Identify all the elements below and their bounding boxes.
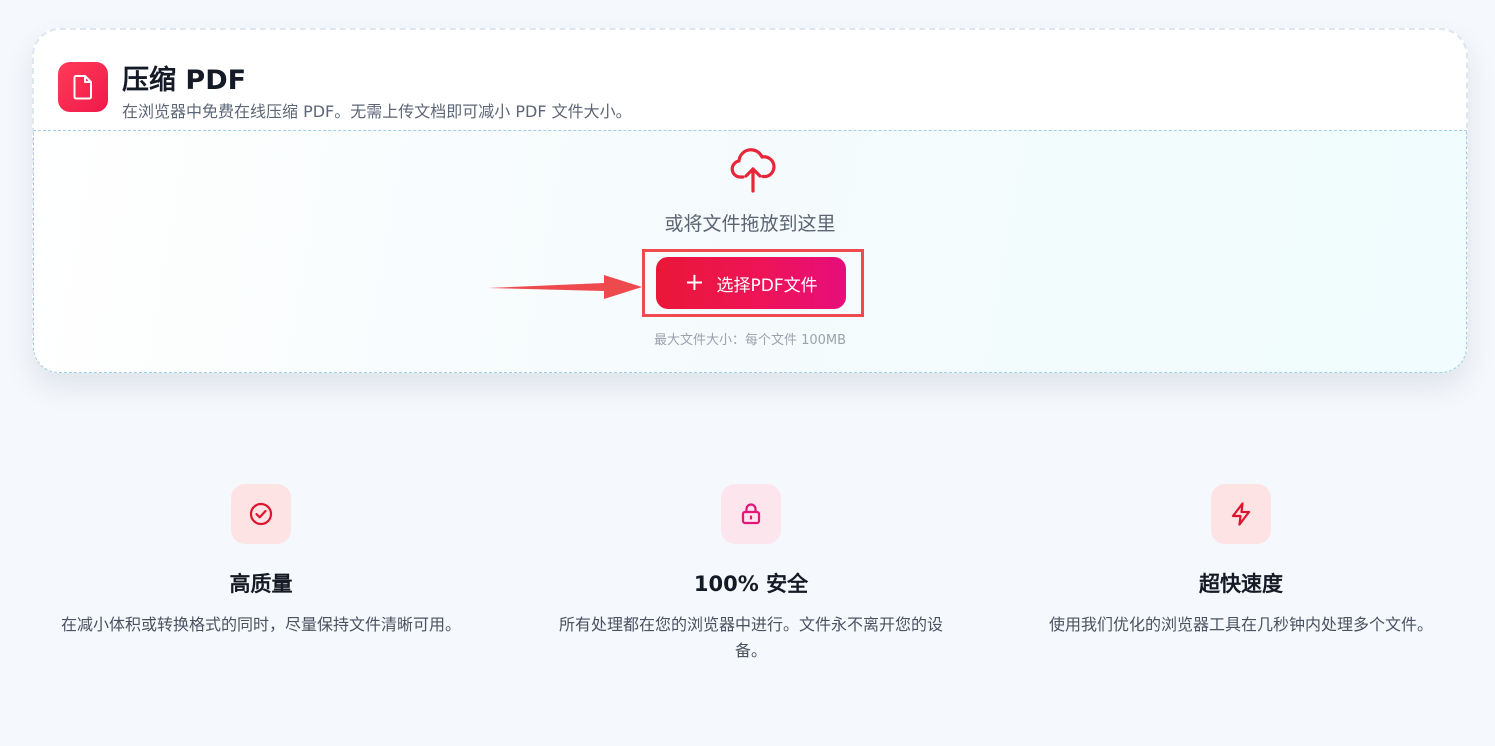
lock-icon bbox=[721, 484, 781, 544]
feature-high-quality: 高质量 在减小体积或转换格式的同时，尽量保持文件清晰可用。 bbox=[51, 484, 471, 638]
feature-secure: 100% 安全 所有处理都在您的浏览器中进行。文件永不离开您的设备。 bbox=[541, 484, 961, 664]
select-pdf-button[interactable]: + 选择PDF文件 bbox=[656, 257, 846, 309]
file-icon bbox=[58, 62, 108, 112]
cloud-upload-icon bbox=[730, 148, 776, 193]
lightning-icon bbox=[1211, 484, 1271, 544]
drop-hint-text: 或将文件拖放到这里 bbox=[664, 213, 836, 235]
plus-icon: + bbox=[684, 268, 705, 296]
select-pdf-button-label: 选择PDF文件 bbox=[716, 275, 818, 296]
feature-description: 在减小体积或转换格式的同时，尽量保持文件清晰可用。 bbox=[61, 615, 462, 634]
page-title: 压缩 PDF bbox=[122, 65, 247, 96]
feature-title: 超快速度 bbox=[1199, 572, 1283, 596]
features-section: 高质量 在减小体积或转换格式的同时，尽量保持文件清晰可用。 100% 安全 所有… bbox=[0, 484, 1495, 684]
compress-pdf-card: 压缩 PDF 在浏览器中免费在线压缩 PDF。无需上传文档即可减小 PDF 文件… bbox=[32, 28, 1468, 373]
annotation-arrow-icon bbox=[488, 275, 642, 299]
file-drop-zone[interactable]: 或将文件拖放到这里 + 选择PDF文件 最大文件大小：每个文件 100MB bbox=[33, 130, 1467, 373]
feature-title: 高质量 bbox=[229, 572, 293, 596]
card-header: 压缩 PDF 在浏览器中免费在线压缩 PDF。无需上传文档即可减小 PDF 文件… bbox=[58, 60, 1438, 121]
max-file-size-text: 最大文件大小：每个文件 100MB bbox=[653, 333, 847, 348]
feature-title: 100% 安全 bbox=[693, 572, 809, 596]
page: 压缩 PDF 在浏览器中免费在线压缩 PDF。无需上传文档即可减小 PDF 文件… bbox=[0, 0, 1495, 746]
check-circle-icon bbox=[231, 484, 291, 544]
feature-fast: 超快速度 使用我们优化的浏览器工具在几秒钟内处理多个文件。 bbox=[1031, 484, 1451, 638]
feature-description: 所有处理都在您的浏览器中进行。文件永不离开您的设备。 bbox=[558, 615, 943, 660]
feature-description: 使用我们优化的浏览器工具在几秒钟内处理多个文件。 bbox=[1048, 615, 1433, 634]
page-subtitle: 在浏览器中免费在线压缩 PDF。无需上传文档即可减小 PDF 文件大小。 bbox=[122, 102, 632, 121]
